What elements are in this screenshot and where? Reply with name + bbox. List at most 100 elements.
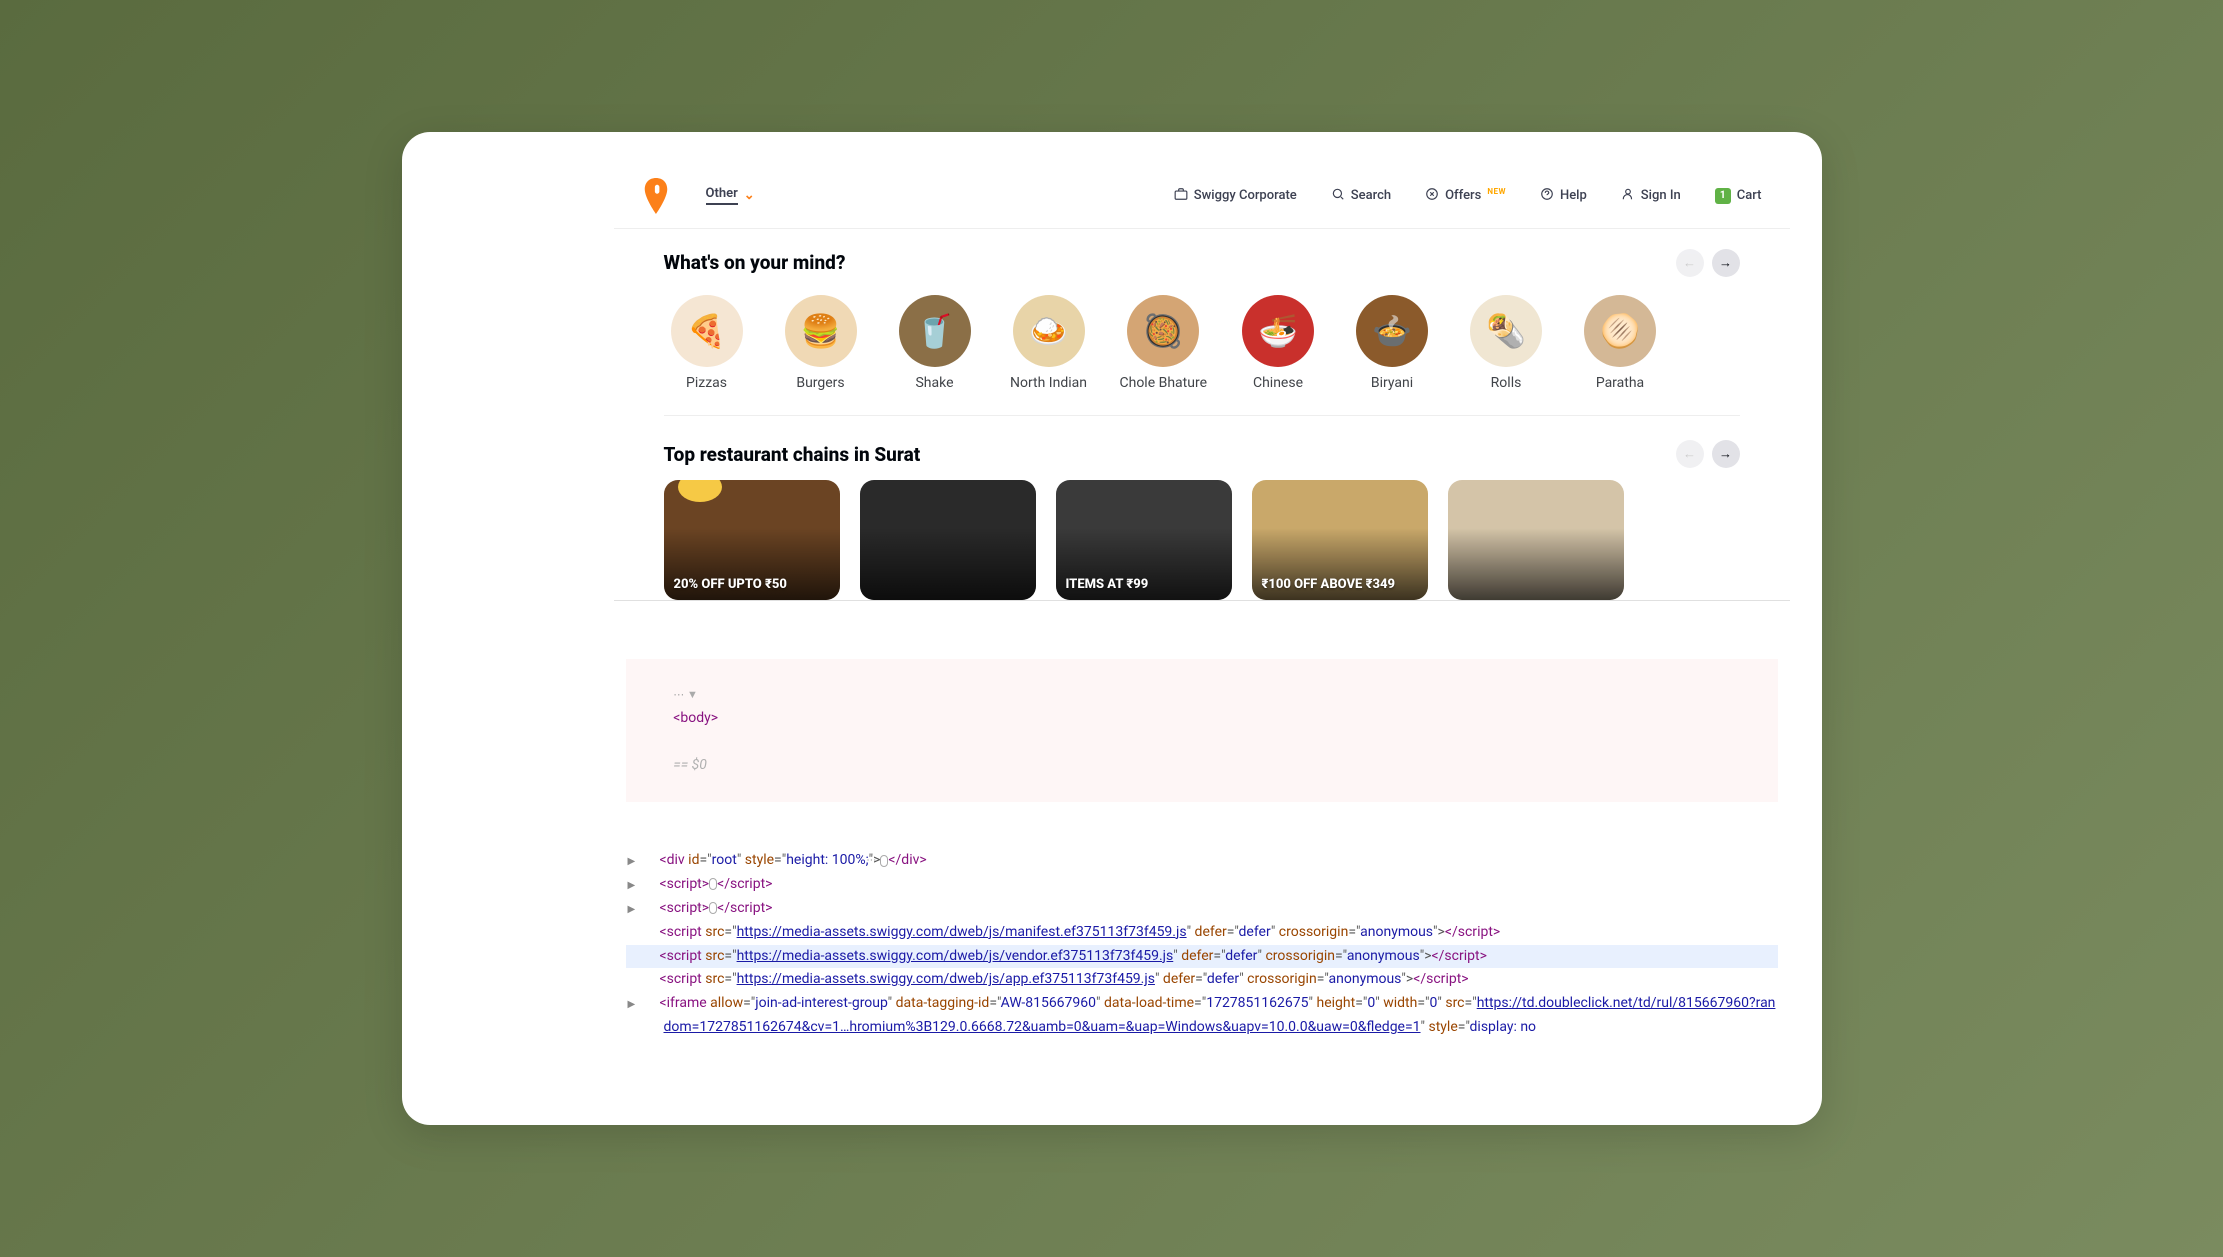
- category-label: Chole Bhature: [1120, 375, 1208, 392]
- devtools-text: ": [1271, 924, 1279, 940]
- devtools-value: anonymous: [1347, 948, 1420, 964]
- restaurants-arrows: ← →: [1676, 440, 1740, 468]
- categories-next-button[interactable]: →: [1712, 249, 1740, 277]
- category-image: 🍜: [1242, 295, 1314, 367]
- devtools-row[interactable]: ▶<script>⋯</script>: [626, 897, 1778, 921]
- category-label: Pizzas: [686, 375, 727, 392]
- restaurant-card[interactable]: [860, 480, 1036, 600]
- devtools-row[interactable]: <script src="https://media-assets.swiggy…: [626, 921, 1778, 945]
- restaurant-offer-text: 20% OFF UPTO ₹50: [674, 577, 787, 592]
- devtools-attr: crossorigin: [1265, 948, 1335, 964]
- devtools-text: =": [1417, 995, 1429, 1011]
- swiggy-logo-icon[interactable]: [642, 178, 670, 214]
- category-item[interactable]: 🥤Shake: [892, 295, 978, 392]
- devtools-tag: ipt>: [1464, 948, 1487, 964]
- categories-prev-button[interactable]: ←: [1676, 249, 1704, 277]
- devtools-url: https://media-assets.swiggy.com/dweb/js/…: [737, 971, 1155, 987]
- restaurant-card[interactable]: 20% OFF UPTO ₹50: [664, 480, 840, 600]
- devtools-text: ">: [1433, 924, 1445, 940]
- expand-toggle-icon[interactable]: ▶: [646, 996, 658, 1013]
- devtools-tag: <div: [660, 852, 689, 868]
- restaurant-offer-text: ITEMS AT ₹99: [1066, 577, 1149, 592]
- devtools-attr: crossorigin: [1247, 971, 1317, 987]
- devtools-text: ": [1239, 971, 1247, 987]
- devtools-row[interactable]: ▶<script>⋯</script>: [626, 873, 1778, 897]
- restaurant-card[interactable]: [1448, 480, 1624, 600]
- restaurants-header: Top restaurant chains in Surat ← →: [664, 440, 1740, 468]
- category-item[interactable]: 🍔Burgers: [778, 295, 864, 392]
- restaurant-card[interactable]: ₹100 OFF ABOVE ₹349: [1252, 480, 1428, 600]
- category-image: 🍲: [1356, 295, 1428, 367]
- location-picker[interactable]: Other ⌄: [706, 186, 755, 205]
- collapsed-dots-icon: ⋯: [709, 878, 717, 890]
- devtools-text: =": [1355, 995, 1367, 1011]
- devtools-text: =": [1195, 971, 1207, 987]
- expand-toggle-icon[interactable]: ▶: [646, 853, 658, 870]
- expand-toggle-icon[interactable]: ▶: [646, 877, 658, 894]
- category-item[interactable]: 🍲 Biryani: [1349, 295, 1435, 392]
- restaurants-prev-button[interactable]: ←: [1676, 440, 1704, 468]
- devtools-text: =": [1465, 995, 1477, 1011]
- help-icon: [1540, 187, 1554, 205]
- devtools-attr: crossorigin: [1279, 924, 1349, 940]
- devtools-attr: src: [705, 948, 724, 964]
- devtools-body-row[interactable]: ⋯ ▼ <body> == $0: [626, 659, 1778, 802]
- cart-count-badge: 1: [1715, 188, 1731, 204]
- restaurant-overlay: [1448, 480, 1624, 600]
- category-item[interactable]: 🥘 Chole Bhature: [1120, 295, 1208, 392]
- nav-signin[interactable]: Sign In: [1621, 187, 1681, 205]
- chevron-down-icon: ⌄: [744, 188, 755, 203]
- nav-offers[interactable]: Offers NEW: [1425, 187, 1506, 205]
- devtools-attr: src: [705, 971, 724, 987]
- category-label: Shake: [915, 375, 953, 392]
- presentation-card: Other ⌄ Swiggy Corporate Search: [402, 132, 1822, 1126]
- devtools-text: ": [888, 995, 896, 1011]
- devtools-value: defer: [1225, 948, 1257, 964]
- devtools-tag: <script: [660, 971, 706, 987]
- briefcase-icon: [1174, 187, 1188, 205]
- categories-title: What's on your mind?: [664, 251, 846, 274]
- devtools-attr: src: [1445, 995, 1464, 1011]
- devtools-tag: </div>: [888, 852, 926, 868]
- devtools-row[interactable]: <script src="https://media-assets.swiggy…: [626, 945, 1778, 969]
- devtools-row[interactable]: <script src =" https://media-assets.swiggy…: [626, 968, 1778, 992]
- nav-help[interactable]: Help: [1540, 187, 1587, 205]
- section-divider: [664, 415, 1740, 416]
- location-text: Other: [706, 186, 738, 205]
- devtools-text: ": [737, 852, 745, 868]
- collapsed-dots-icon: ⋯: [709, 902, 717, 914]
- category-item[interactable]: 🍛North Indian: [1006, 295, 1092, 392]
- expand-toggle-icon[interactable]: ▶: [646, 901, 658, 918]
- restaurant-card[interactable]: ITEMS AT ₹99: [1056, 480, 1232, 600]
- category-image: 🍔: [785, 295, 857, 367]
- nav-corporate[interactable]: Swiggy Corporate: [1174, 187, 1297, 205]
- devtools-row-marker: ⋯ ▼: [673, 688, 698, 701]
- arrow-left-icon: ←: [1683, 446, 1696, 462]
- devtools-value: 17278511626: [1206, 995, 1293, 1011]
- devtools-row[interactable]: ▶<iframe allow="join-ad-interest-group" …: [626, 992, 1778, 1040]
- devtools-text: ": [1187, 924, 1195, 940]
- nav-cart[interactable]: 1 Cart: [1715, 188, 1762, 204]
- devtools-tag: </scr: [1413, 971, 1445, 987]
- devtools-tag: </scr: [1432, 948, 1464, 964]
- arrow-right-icon: →: [1719, 446, 1732, 462]
- category-item[interactable]: 🌯Rolls: [1463, 295, 1549, 392]
- devtools-text: ": [1155, 971, 1163, 987]
- devtools-value: 75: [1293, 995, 1309, 1011]
- category-label: North Indian: [1010, 375, 1087, 392]
- category-image: 🫓: [1584, 295, 1656, 367]
- devtools-attr: style: [745, 852, 774, 868]
- category-item[interactable]: 🍕Pizzas: [664, 295, 750, 392]
- devtools-text: ": [1421, 1019, 1429, 1035]
- category-label: Rolls: [1491, 375, 1522, 392]
- devtools-elements-panel[interactable]: ⋯ ▼ <body> == $0 ▶<div id="root" style="…: [614, 600, 1790, 1093]
- category-label: Biryani: [1371, 375, 1413, 392]
- devtools-row[interactable]: ▶<div id="root" style="height: 100%;">⋯<…: [626, 849, 1778, 873]
- devtools-tag: ipt>: [1477, 924, 1500, 940]
- category-item[interactable]: 🫓Paratha: [1577, 295, 1663, 392]
- devtools-attr: id: [688, 852, 699, 868]
- nav-search[interactable]: Search: [1331, 187, 1391, 205]
- category-image: 🥘: [1127, 295, 1199, 367]
- restaurants-next-button[interactable]: →: [1712, 440, 1740, 468]
- category-item[interactable]: 🍜Chinese: [1235, 295, 1321, 392]
